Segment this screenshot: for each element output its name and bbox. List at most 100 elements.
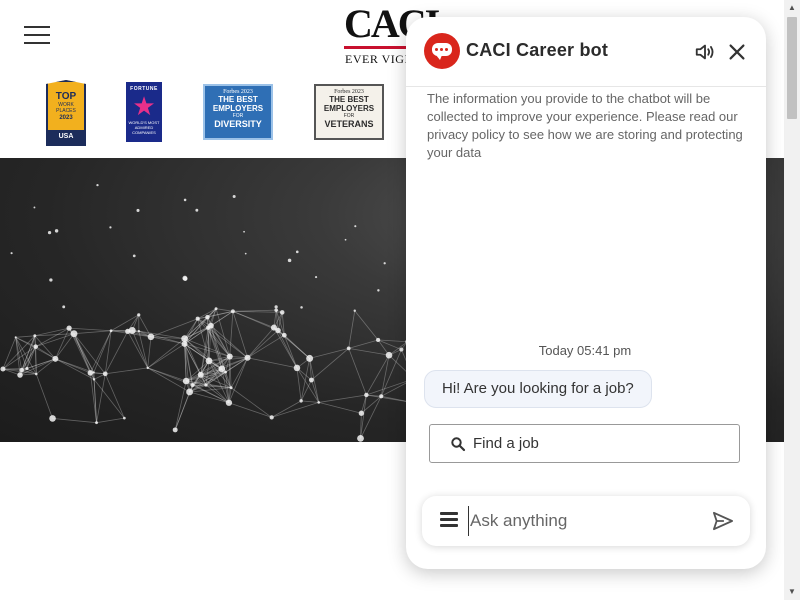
- find-a-job-button[interactable]: Find a job: [429, 424, 740, 463]
- network-link: [96, 373, 106, 423]
- privacy-notice: The information you provide to the chatb…: [427, 91, 743, 160]
- top-workplaces-badge: TOP WORK PLACES 2023 USA: [46, 80, 86, 146]
- close-icon[interactable]: [726, 41, 748, 63]
- badge-text: THE BEST: [329, 95, 369, 104]
- menu-line: [440, 518, 458, 521]
- network-link: [105, 367, 148, 375]
- network-node: [47, 231, 52, 235]
- network-node: [182, 275, 188, 281]
- network-node: [137, 313, 141, 317]
- network-node: [181, 335, 188, 342]
- network-node: [33, 334, 37, 338]
- network-node: [87, 370, 94, 376]
- network-node: [34, 372, 38, 376]
- hamburger-menu-icon[interactable]: [24, 26, 50, 44]
- chat-bubble-icon: [424, 33, 460, 69]
- network-node: [17, 372, 23, 378]
- network-link: [232, 311, 248, 358]
- network-link: [52, 418, 97, 424]
- bubble-dot: [445, 48, 448, 51]
- network-link: [300, 358, 311, 401]
- network-node: [399, 347, 404, 352]
- network-link: [73, 330, 112, 335]
- network-node: [95, 421, 98, 425]
- network-node: [147, 333, 155, 341]
- chat-message-input[interactable]: [468, 506, 698, 536]
- network-node: [137, 329, 141, 333]
- network-node: [214, 307, 218, 311]
- network-link: [360, 394, 367, 414]
- network-node: [109, 329, 113, 333]
- search-icon: [451, 437, 466, 452]
- network-node: [383, 262, 386, 265]
- menu-line: [24, 26, 50, 28]
- network-node: [66, 325, 72, 331]
- network-node: [208, 322, 214, 329]
- network-node: [109, 226, 112, 229]
- network-node: [230, 309, 235, 314]
- bubble-dot: [440, 48, 443, 51]
- network-node: [295, 250, 299, 254]
- network-node: [309, 377, 314, 383]
- network-node: [232, 194, 236, 198]
- network-link: [189, 368, 223, 393]
- scroll-up-arrow-icon[interactable]: ▲: [784, 0, 800, 16]
- network-link: [361, 396, 382, 414]
- network-node: [33, 206, 36, 209]
- network-link: [216, 308, 233, 312]
- network-link: [127, 331, 149, 369]
- page-scrollbar[interactable]: ▲ ▼: [784, 0, 800, 600]
- network-node: [287, 258, 292, 263]
- network-node: [218, 365, 226, 373]
- send-icon[interactable]: [712, 511, 734, 531]
- network-node: [172, 427, 178, 433]
- speaker-icon[interactable]: [694, 41, 716, 63]
- network-link: [147, 336, 152, 368]
- scroll-thumb[interactable]: [787, 17, 797, 119]
- chatbot-window: CACI Career bot The information you prov…: [406, 17, 766, 569]
- network-node: [205, 357, 213, 365]
- network-node: [346, 346, 351, 351]
- network-node: [353, 309, 356, 312]
- network-link: [348, 347, 390, 356]
- network-node: [182, 377, 190, 385]
- network-node: [354, 225, 357, 228]
- message-timestamp: Today 05:41 pm: [538, 343, 632, 358]
- network-link: [230, 387, 272, 418]
- network-node: [128, 326, 136, 334]
- network-link: [104, 373, 125, 419]
- network-node: [376, 337, 381, 343]
- network-node: [96, 183, 99, 187]
- network-node: [122, 416, 126, 420]
- network-link: [232, 309, 277, 312]
- scroll-down-arrow-icon[interactable]: ▼: [784, 584, 800, 600]
- network-node: [344, 238, 347, 241]
- chatbot-header: CACI Career bot: [406, 17, 766, 87]
- network-node: [136, 208, 140, 212]
- network-link: [69, 327, 112, 332]
- network-node: [224, 370, 227, 374]
- badge-text: TOP: [55, 91, 77, 102]
- menu-icon[interactable]: [440, 512, 458, 528]
- badge-text: DIVERSITY: [214, 119, 262, 129]
- network-node: [49, 415, 56, 422]
- network-link: [247, 357, 298, 369]
- network-link: [247, 327, 275, 359]
- network-node: [204, 383, 208, 387]
- network-link: [232, 310, 275, 328]
- network-node: [300, 306, 303, 309]
- network-node: [52, 355, 59, 362]
- network-node: [269, 415, 274, 420]
- network-link: [35, 373, 53, 419]
- forbes-veterans-badge: Forbes 2023 THE BEST EMPLOYERS FOR VETER…: [314, 84, 384, 140]
- network-link: [283, 335, 298, 369]
- network-link: [35, 346, 56, 360]
- network-link: [318, 394, 367, 403]
- network-node: [14, 336, 17, 339]
- menu-line: [24, 34, 50, 36]
- network-node: [274, 305, 278, 309]
- network-node: [102, 371, 108, 377]
- badge-text: EMPLOYERS: [212, 104, 264, 113]
- network-node: [244, 354, 251, 361]
- network-node: [197, 371, 204, 378]
